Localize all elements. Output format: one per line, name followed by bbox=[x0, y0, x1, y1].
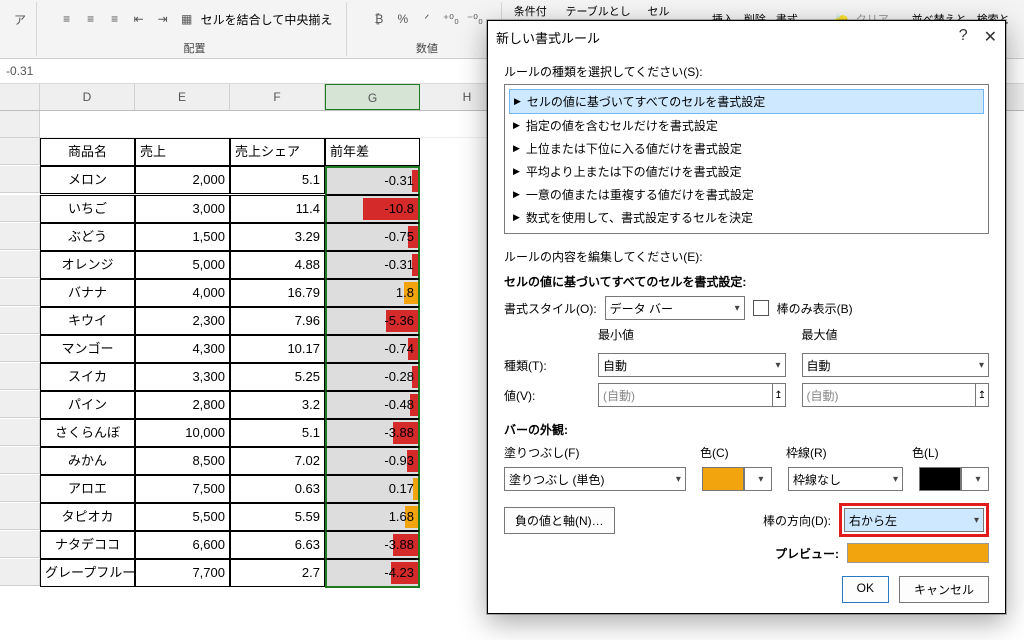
preview-label: プレビュー: bbox=[775, 545, 839, 562]
merge-center-button[interactable]: セルを結合して中央揃え bbox=[201, 11, 333, 28]
align-center-icon[interactable]: ≡ bbox=[81, 9, 101, 29]
bar-only-label: 棒のみ表示(B) bbox=[777, 300, 853, 317]
rule-type-item[interactable]: ▶上位または下位に入る値だけを書式設定 bbox=[509, 137, 984, 160]
chevron-down-icon: ▾ bbox=[735, 303, 740, 314]
max-type-select[interactable]: 自動▾ bbox=[802, 353, 990, 377]
rule-type-item[interactable]: ▶数式を使用して、書式設定するセルを決定 bbox=[509, 206, 984, 229]
bar-direction-select[interactable]: 右から左▾ bbox=[844, 508, 984, 532]
fill-select[interactable]: 塗りつぶし (単色)▾ bbox=[504, 467, 686, 491]
ok-button[interactable]: OK bbox=[842, 576, 889, 603]
triangle-icon: ▶ bbox=[513, 212, 520, 223]
comma-icon[interactable]: ᐟ bbox=[417, 9, 437, 29]
edit-rule-label: ルールの内容を編集してください(E): bbox=[504, 248, 989, 265]
rule-type-item[interactable]: ▶一意の値または重複する値だけを書式設定 bbox=[509, 183, 984, 206]
inc-decimal-icon[interactable]: ⁺⁰₀ bbox=[441, 9, 461, 29]
help-icon[interactable]: ? bbox=[959, 27, 968, 47]
col-E[interactable]: E bbox=[135, 84, 230, 110]
col-F[interactable]: F bbox=[230, 84, 325, 110]
percent-icon[interactable]: % bbox=[393, 9, 413, 29]
min-value-input[interactable]: (自動) bbox=[598, 383, 773, 407]
merge-icon[interactable]: ▦ bbox=[177, 9, 197, 29]
fill-color-swatch[interactable] bbox=[702, 467, 744, 491]
group-number-label: 数値 bbox=[416, 40, 438, 56]
bar-appearance-label: バーの外観: bbox=[504, 421, 989, 438]
value-label: 値(V): bbox=[504, 387, 590, 404]
color-label: 色(C) bbox=[700, 444, 770, 461]
align-left-icon[interactable]: ≡ bbox=[57, 9, 77, 29]
col-G[interactable]: G bbox=[325, 84, 420, 110]
dialog-title: 新しい書式ルール bbox=[496, 28, 600, 47]
rule-type-item[interactable]: ▶指定の値を含むセルだけを書式設定 bbox=[509, 114, 984, 137]
ref-picker-icon[interactable]: ↥ bbox=[975, 383, 989, 407]
highlight-box: 右から左▾ bbox=[839, 503, 989, 537]
border-select[interactable]: 枠線なし▾ bbox=[788, 467, 903, 491]
triangle-icon: ▶ bbox=[513, 189, 520, 200]
currency-icon[interactable]: ₿ bbox=[369, 9, 389, 29]
indent-inc-icon[interactable]: ⇥ bbox=[153, 9, 173, 29]
triangle-icon: ▶ bbox=[513, 120, 520, 131]
select-rule-type-label: ルールの種類を選択してください(S): bbox=[504, 63, 989, 80]
min-type-select[interactable]: 自動▾ bbox=[598, 353, 786, 377]
triangle-icon: ▶ bbox=[513, 166, 520, 177]
min-label: 最小値 bbox=[598, 326, 786, 343]
triangle-icon: ▶ bbox=[513, 143, 520, 154]
format-style-select[interactable]: データ バー▾ bbox=[605, 296, 745, 320]
max-label: 最大値 bbox=[802, 326, 990, 343]
indent-dec-icon[interactable]: ⇤ bbox=[129, 9, 149, 29]
bar-direction-label: 棒の方向(D): bbox=[763, 512, 831, 529]
group-alignment-label: 配置 bbox=[184, 40, 206, 56]
close-icon[interactable]: ✕ bbox=[984, 27, 997, 47]
format-all-cells-label: セルの値に基づいてすべてのセルを書式設定: bbox=[504, 273, 989, 290]
dec-decimal-icon[interactable]: ⁻⁰₀ bbox=[465, 9, 485, 29]
align-right-icon[interactable]: ≡ bbox=[105, 9, 125, 29]
new-format-rule-dialog: 新しい書式ルール ? ✕ ルールの種類を選択してください(S): ▶セルの値に基… bbox=[487, 20, 1006, 614]
cancel-button[interactable]: キャンセル bbox=[899, 576, 989, 603]
max-value-input[interactable]: (自動) bbox=[802, 383, 977, 407]
rule-type-item[interactable]: ▶平均より上または下の値だけを書式設定 bbox=[509, 160, 984, 183]
rule-type-list[interactable]: ▶セルの値に基づいてすべてのセルを書式設定▶指定の値を含むセルだけを書式設定▶上… bbox=[504, 84, 989, 234]
negative-axis-button[interactable]: 負の値と軸(N)… bbox=[504, 507, 615, 534]
type-label: 種類(T): bbox=[504, 357, 590, 374]
preview-bar bbox=[847, 543, 989, 563]
triangle-icon: ▶ bbox=[514, 96, 521, 107]
bar-only-checkbox[interactable] bbox=[753, 300, 769, 316]
fill-label: 塗りつぶし(F) bbox=[504, 444, 684, 461]
border-label: 枠線(R) bbox=[786, 444, 896, 461]
orientation-icon[interactable]: ア bbox=[10, 9, 30, 29]
col-D[interactable]: D bbox=[40, 84, 135, 110]
rule-type-item[interactable]: ▶セルの値に基づいてすべてのセルを書式設定 bbox=[509, 89, 984, 114]
border-color-label: 色(L) bbox=[912, 444, 939, 461]
ref-picker-icon[interactable]: ↥ bbox=[772, 383, 786, 407]
format-style-label: 書式スタイル(O): bbox=[504, 300, 597, 317]
border-color-swatch[interactable] bbox=[919, 467, 961, 491]
